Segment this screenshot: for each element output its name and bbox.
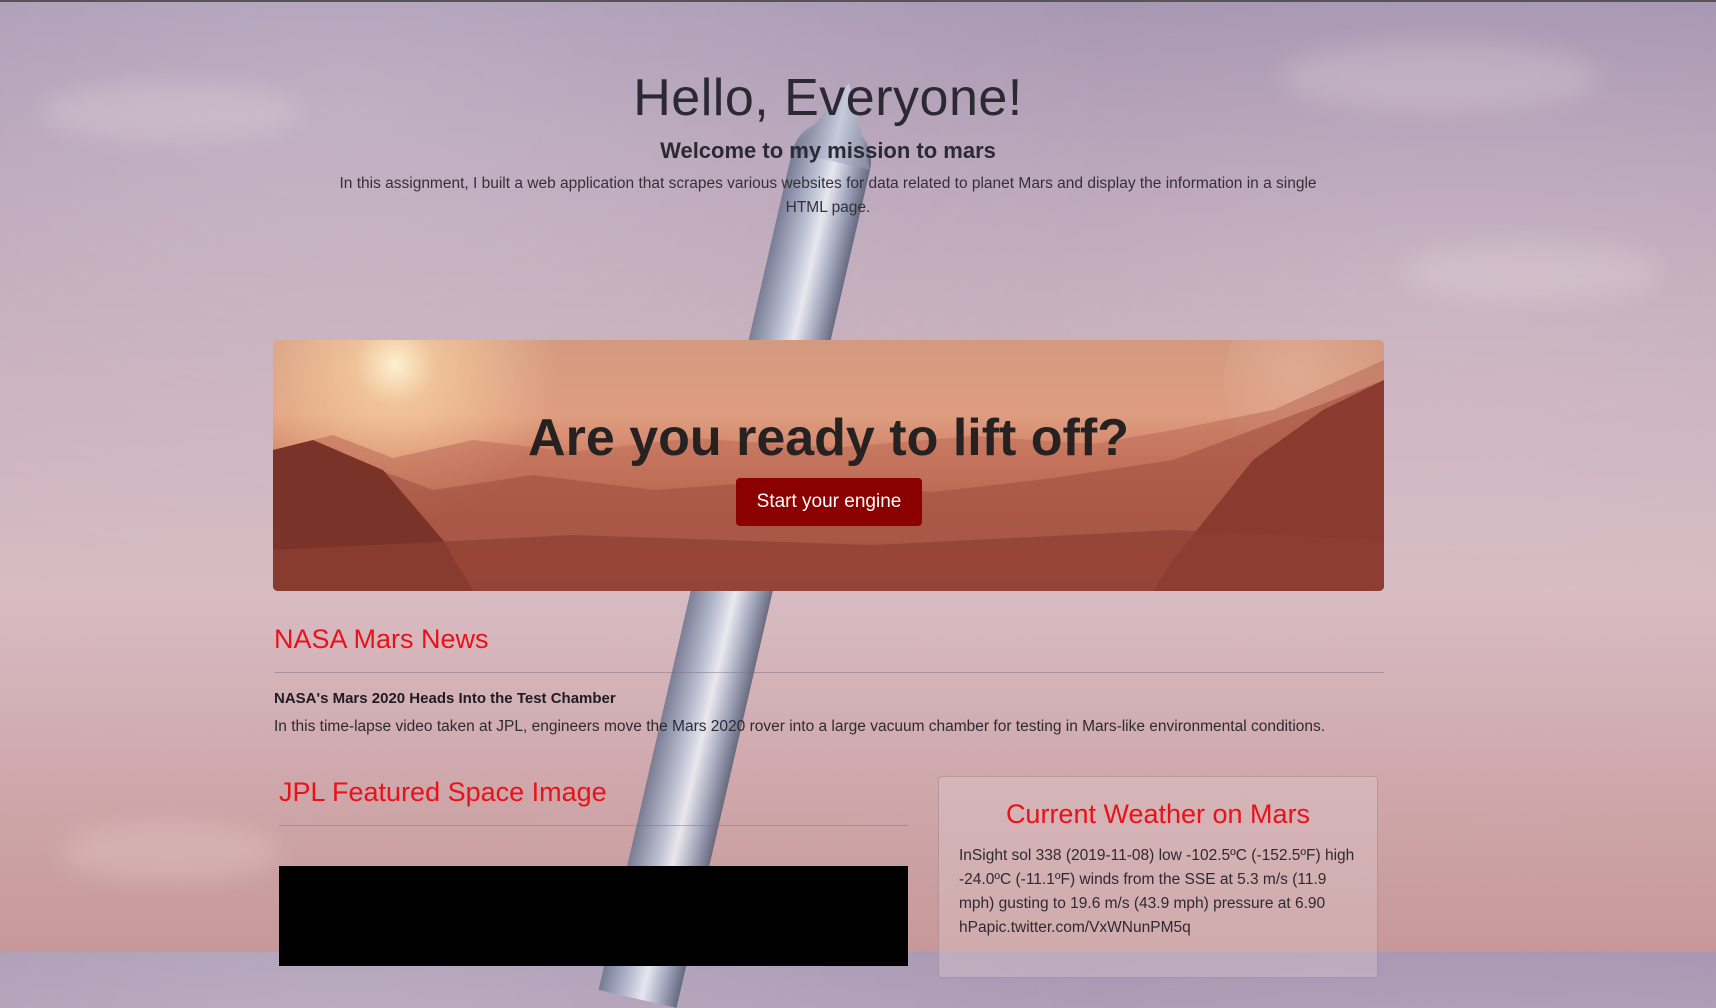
featured-space-image[interactable] <box>279 866 908 966</box>
news-paragraph: In this time-lapse video taken at JPL, e… <box>274 718 1326 735</box>
start-engine-button[interactable]: Start your engine <box>736 478 922 526</box>
page-content: Hello, Everyone! Welcome to my mission t… <box>0 2 1716 978</box>
weather-card: Current Weather on Mars InSight sol 338 … <box>938 776 1378 978</box>
weather-report: InSight sol 338 (2019-11-08) low -102.5º… <box>959 847 1355 936</box>
page-description: In this assignment, I built a web applic… <box>339 175 1317 216</box>
featured-image-divider <box>279 825 908 826</box>
news-divider <box>274 672 1384 673</box>
page-title: Hello, Everyone! <box>633 69 1023 127</box>
featured-image-title: JPL Featured Space Image <box>279 777 607 807</box>
banner-heading: Are you ready to lift off? <box>528 409 1129 467</box>
news-section-title: NASA Mars News <box>274 624 489 654</box>
liftoff-banner: Are you ready to lift off? Start your en… <box>273 340 1384 591</box>
weather-title: Current Weather on Mars <box>1005 799 1311 829</box>
news-headline: NASA's Mars 2020 Heads Into the Test Cha… <box>274 690 616 707</box>
hero-section: Hello, Everyone! Welcome to my mission t… <box>0 68 1656 220</box>
page-subtitle: Welcome to my mission to mars <box>660 138 996 163</box>
